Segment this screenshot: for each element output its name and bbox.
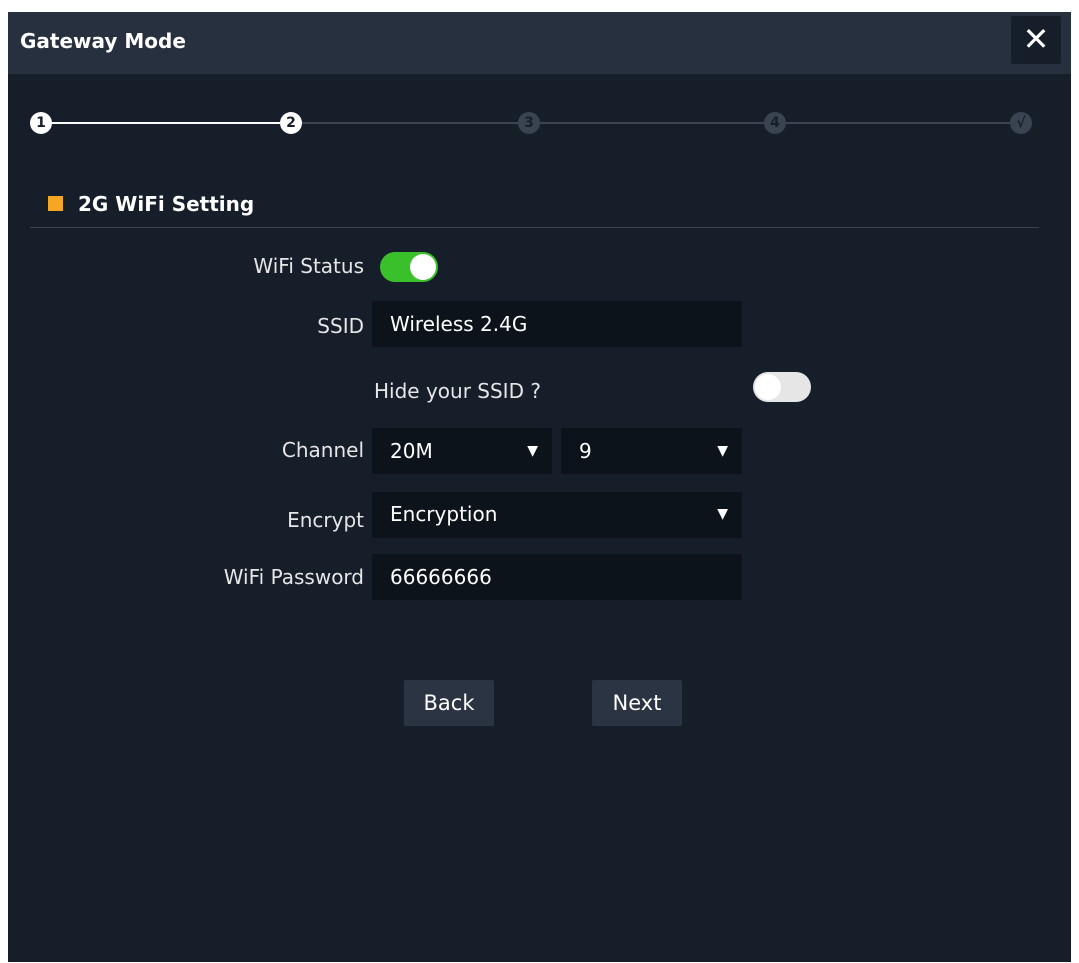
step-1: 1: [30, 112, 52, 134]
channel-label: Channel: [281, 438, 364, 462]
step-connector-3-4: [540, 122, 764, 124]
toggle-knob: [755, 374, 781, 400]
toggle-knob: [410, 254, 436, 280]
step-connector-1-2: [52, 122, 280, 124]
back-button[interactable]: Back: [404, 680, 494, 726]
dialog-title: Gateway Mode: [20, 29, 186, 53]
ssid-label: SSID: [317, 314, 364, 338]
wifi-password-input[interactable]: 66666666: [372, 554, 742, 600]
encrypt-value: Encryption: [390, 502, 498, 526]
channel-number-value: 9: [579, 439, 592, 463]
encrypt-label: Encrypt: [287, 508, 364, 532]
step-5-complete: √: [1010, 112, 1032, 134]
dropdown-arrow-icon: ▼: [717, 506, 728, 522]
close-icon: ✕: [1022, 20, 1050, 58]
hide-ssid-label: Hide your SSID ?: [374, 379, 541, 403]
dropdown-arrow-icon: ▼: [527, 443, 538, 459]
step-2: 2: [280, 112, 302, 134]
section-marker: [48, 196, 63, 211]
encrypt-select[interactable]: Encryption ▼: [372, 492, 742, 538]
wifi-status-toggle[interactable]: [380, 252, 438, 282]
wizard-stepper: 1 2 3 4 √: [8, 108, 1071, 138]
next-button[interactable]: Next: [592, 680, 682, 726]
step-4: 4: [764, 112, 786, 134]
step-3: 3: [518, 112, 540, 134]
dialog-titlebar: Gateway Mode ✕: [8, 12, 1071, 74]
step-connector-4-5: [786, 122, 1010, 124]
channel-bandwidth-select[interactable]: 20M ▼: [372, 428, 552, 474]
section-divider: [30, 227, 1039, 228]
channel-bandwidth-value: 20M: [390, 439, 433, 463]
gateway-mode-dialog: Gateway Mode ✕ 1 2 3 4 √ 2G WiFi Setting…: [8, 12, 1071, 962]
step-connector-2-3: [302, 122, 518, 124]
wifi-status-label: WiFi Status: [253, 254, 364, 278]
hide-ssid-toggle[interactable]: [753, 372, 811, 402]
close-button[interactable]: ✕: [1011, 16, 1061, 64]
wifi-password-label: WiFi Password: [223, 565, 364, 589]
section-title: 2G WiFi Setting: [78, 192, 255, 216]
ssid-input[interactable]: Wireless 2.4G: [372, 301, 742, 347]
dropdown-arrow-icon: ▼: [717, 443, 728, 459]
channel-number-select[interactable]: 9 ▼: [561, 428, 742, 474]
